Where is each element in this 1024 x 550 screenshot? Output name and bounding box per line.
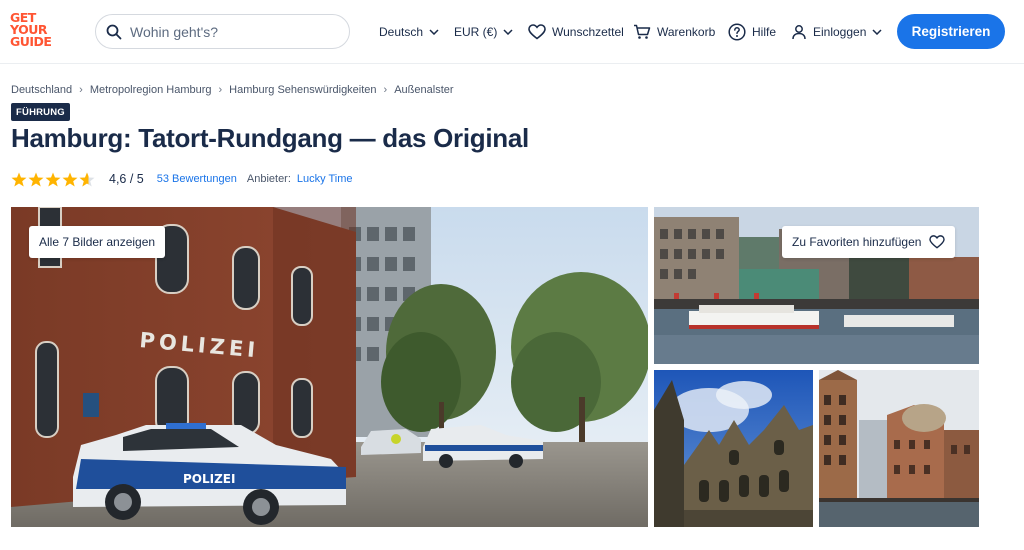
heart-icon bbox=[929, 235, 946, 249]
photo-binnenalster[interactable]: Zu Favoriten hinzufügen bbox=[654, 207, 979, 364]
search-bar[interactable] bbox=[95, 14, 350, 49]
help-icon bbox=[728, 23, 746, 41]
login-menu[interactable]: Einloggen bbox=[791, 22, 882, 42]
star-icon bbox=[28, 172, 44, 186]
register-button[interactable]: Registrieren bbox=[897, 14, 1005, 49]
wishlist-link[interactable]: Wunschzettel bbox=[528, 22, 624, 42]
help-link[interactable]: Hilfe bbox=[728, 22, 776, 42]
show-all-photos-button[interactable]: Alle 7 Bilder anzeigen bbox=[29, 226, 166, 258]
breadcrumb-separator: › bbox=[383, 84, 388, 96]
search-icon bbox=[106, 24, 122, 39]
search-input[interactable] bbox=[130, 23, 330, 40]
cart-link[interactable]: Warenkorb bbox=[633, 22, 715, 42]
photo-gallery: POLIZEI POLIZEI Alle 7 Bilder anzeigen Z… bbox=[11, 207, 979, 527]
language-label: Deutsch bbox=[379, 25, 424, 39]
chevron-down-icon bbox=[429, 29, 439, 35]
add-to-favorites-button[interactable]: Zu Favoriten hinzufügen bbox=[782, 226, 956, 258]
photo-rathaus[interactable] bbox=[654, 370, 813, 527]
language-selector[interactable]: Deutsch bbox=[379, 22, 439, 42]
chevron-down-icon bbox=[503, 29, 513, 35]
breadcrumb-separator: › bbox=[79, 84, 83, 96]
breadcrumb-item[interactable]: Deutschland bbox=[11, 84, 72, 96]
currency-label: EUR (€) bbox=[454, 25, 498, 39]
star-icon bbox=[62, 172, 78, 186]
help-label: Hilfe bbox=[752, 25, 777, 39]
breadcrumb-item[interactable]: Hamburg Sehenswürdigkeiten bbox=[229, 84, 376, 96]
category-badge: FÜHRUNG bbox=[11, 103, 70, 121]
photo-speicherstadt[interactable] bbox=[819, 370, 979, 527]
breadcrumb-item[interactable]: Außenalster bbox=[394, 84, 453, 96]
top-header: GET YOUR GUIDE Deutsch EUR (€) Wunschzet… bbox=[0, 0, 1024, 64]
getyourguide-logo[interactable]: GET YOUR GUIDE bbox=[10, 11, 60, 49]
breadcrumb-item[interactable]: Metropolregion Hamburg bbox=[90, 84, 212, 96]
heart-icon bbox=[528, 24, 546, 40]
half-star-icon bbox=[79, 172, 95, 186]
cart-icon bbox=[634, 24, 651, 39]
provider-label: Anbieter: bbox=[246, 173, 291, 185]
favorite-label: Zu Favoriten hinzufügen bbox=[792, 235, 922, 249]
car-text: POLIZEI bbox=[183, 472, 235, 486]
breadcrumb: Deutschland › Metropolregion Hamburg › H… bbox=[11, 84, 454, 96]
star-icon bbox=[45, 172, 61, 186]
chevron-down-icon bbox=[872, 29, 882, 35]
login-label: Einloggen bbox=[813, 25, 867, 39]
cart-label: Warenkorb bbox=[657, 25, 716, 39]
rating-row: 4,6 / 5 53 Bewertungen Anbieter: Lucky T… bbox=[11, 170, 353, 188]
user-icon bbox=[792, 25, 806, 40]
breadcrumb-separator: › bbox=[218, 84, 223, 96]
star-icon bbox=[11, 172, 27, 186]
main-photo[interactable]: POLIZEI POLIZEI Alle 7 Bilder anzeigen bbox=[11, 207, 648, 527]
logo-line-3: GUIDE bbox=[10, 34, 52, 49]
currency-selector[interactable]: EUR (€) bbox=[454, 22, 513, 42]
reviews-link[interactable]: 53 Bewertungen bbox=[157, 173, 237, 185]
rating-value: 4,6 / 5 bbox=[109, 172, 144, 186]
page-title: Hamburg: Tatort-Rundgang — das Original bbox=[11, 123, 529, 153]
provider-link[interactable]: Lucky Time bbox=[297, 173, 353, 185]
star-rating bbox=[11, 172, 96, 187]
wishlist-label: Wunschzettel bbox=[552, 25, 624, 39]
